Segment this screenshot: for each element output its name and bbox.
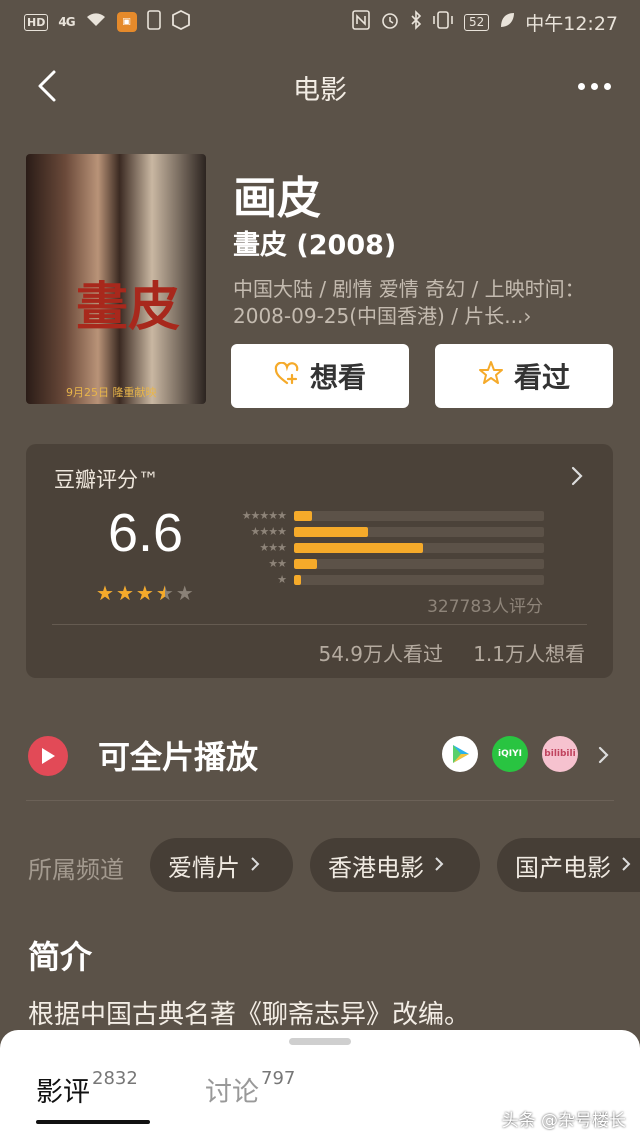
poster-title: 畫皮 (76, 277, 181, 338)
distribution-bar (294, 527, 368, 537)
chevron-right-icon[interactable] (567, 462, 587, 490)
nfc-icon (352, 9, 370, 35)
wifi-icon (85, 11, 107, 33)
star-icon: ★ (175, 581, 194, 605)
tab-label: 讨论 (205, 1077, 259, 1108)
more-menu-button[interactable] (572, 64, 616, 108)
distribution-bar-track (294, 511, 544, 521)
poster-date: 9月25日 隆重献映 (66, 386, 157, 399)
star-outline-icon (478, 360, 504, 393)
distribution-row: ★★ (221, 556, 544, 572)
distribution-row: ★★★★★ (221, 508, 544, 524)
app-notification-icon: ▣ (116, 12, 137, 32)
shield-app-icon (171, 9, 191, 35)
dot-icon (590, 82, 598, 90)
distribution-bar (294, 559, 317, 569)
iqiyi-icon[interactable]: iQIYI (492, 736, 528, 772)
distribution-stars-label: ★★ (268, 557, 287, 570)
alarm-icon (380, 10, 400, 35)
rating-distribution: ★★★★★ ★★★★ ★★★ ★★ ★ (221, 508, 544, 588)
channel-chip-label: 爱情片 (168, 853, 240, 882)
distribution-stars-label: ★★★★★ (241, 509, 287, 522)
divider (52, 624, 587, 625)
want-count[interactable]: 1.1万人想看 (473, 638, 585, 667)
rating-score: 6.6 (108, 503, 184, 563)
play-row[interactable]: 可全片播放 iQIYI bilibili (0, 716, 640, 792)
page-title: 电影 (293, 75, 347, 106)
intro-text: 根据中国古典名著《聊斋志异》改编。 (28, 1000, 471, 1030)
tab-count: 797 (261, 1068, 296, 1089)
battery-indicator: 52 (463, 13, 490, 31)
star-icon: ★★ (96, 581, 114, 605)
distribution-bar-track (294, 543, 544, 553)
distribution-bar-track (294, 527, 544, 537)
star-icon: ★★ (155, 581, 174, 605)
watermark: 头条 @杂号楼长 (501, 1111, 626, 1131)
bilibili-icon[interactable]: bilibili (542, 736, 578, 772)
rating-stars: ★★★★★★★★★ (96, 581, 194, 605)
chevron-right-icon (434, 851, 444, 879)
tab-discussions[interactable]: 讨论 797 (205, 1070, 295, 1109)
play-label: 可全片播放 (98, 738, 259, 776)
signal-icon: 4G (58, 15, 75, 29)
dot-icon (603, 82, 611, 90)
star-icon: ★★ (115, 581, 134, 605)
want-button[interactable]: 想看 (231, 344, 409, 408)
distribution-row: ★★★★ (221, 524, 544, 540)
phone-icon (146, 9, 161, 35)
channel-chip-label: 国产电影 (515, 853, 611, 882)
chevron-right-icon (250, 851, 260, 879)
rating-card[interactable]: 豆瓣评分™ 6.6 ★★★★★★★★★ ★★★★★★★★★★★★★★★ 3277… (26, 444, 613, 678)
distribution-stars-label: ★ (277, 573, 287, 586)
bluetooth-icon (410, 9, 422, 35)
clock-time: 中午12:27 (525, 12, 618, 35)
chevron-right-icon (621, 851, 631, 879)
divider (26, 800, 614, 801)
channel-chip-label: 香港电影 (328, 853, 424, 882)
channel-row: 所属频道 爱情片 香港电影 国产电影 (0, 836, 640, 894)
distribution-bar (294, 575, 301, 585)
hd-indicator: HD (24, 13, 49, 31)
status-bar: HD 4G ▣ 52 中午12:27 (0, 0, 640, 44)
play-icon (28, 736, 68, 776)
distribution-row: ★ (221, 572, 544, 588)
distribution-stars-label: ★★★ (259, 541, 287, 554)
chevron-right-icon[interactable] (596, 742, 612, 768)
rating-count: 327783人评分 (427, 597, 543, 617)
channel-chip[interactable]: 爱情片 (150, 838, 293, 892)
distribution-stars-label: ★★★★ (250, 525, 287, 538)
vibrate-icon (432, 10, 454, 35)
nav-bar: 电影 (0, 56, 640, 116)
leaf-icon (499, 11, 515, 34)
channel-chip[interactable]: 国产电影 (497, 838, 640, 892)
rating-label: 豆瓣评分™ (54, 468, 159, 492)
distribution-bar (294, 511, 312, 521)
seen-label: 看过 (513, 361, 570, 394)
distribution-bar-track (294, 559, 544, 569)
movie-title: 画皮 (233, 173, 321, 224)
drag-handle[interactable] (289, 1038, 351, 1045)
distribution-bar-track (294, 575, 544, 585)
distribution-bar (294, 543, 423, 553)
movie-poster[interactable]: 畫皮 9月25日 隆重献映 (26, 154, 206, 404)
tab-reviews[interactable]: 影评 2832 (36, 1070, 138, 1109)
star-icon: ★★ (135, 581, 154, 605)
seen-button[interactable]: 看过 (435, 344, 613, 408)
seen-count[interactable]: 54.9万人看过 (318, 638, 443, 667)
channel-label: 所属频道 (28, 856, 124, 884)
tab-count: 2832 (92, 1068, 138, 1089)
play-platform-icon[interactable] (442, 736, 478, 772)
tab-label: 影评 (36, 1077, 90, 1108)
want-label: 想看 (309, 361, 366, 394)
dot-icon (577, 82, 585, 90)
movie-original-title: 畫皮 (2008) (233, 230, 397, 261)
channel-chip[interactable]: 香港电影 (310, 838, 480, 892)
tab-underline (36, 1120, 150, 1124)
distribution-row: ★★★ (221, 540, 544, 556)
heart-add-icon (274, 360, 300, 393)
intro-heading: 简介 (28, 938, 93, 976)
movie-meta[interactable]: 中国大陆 / 剧情 爱情 奇幻 / 上映时间：2008-09-25(中国香港) … (233, 276, 593, 330)
